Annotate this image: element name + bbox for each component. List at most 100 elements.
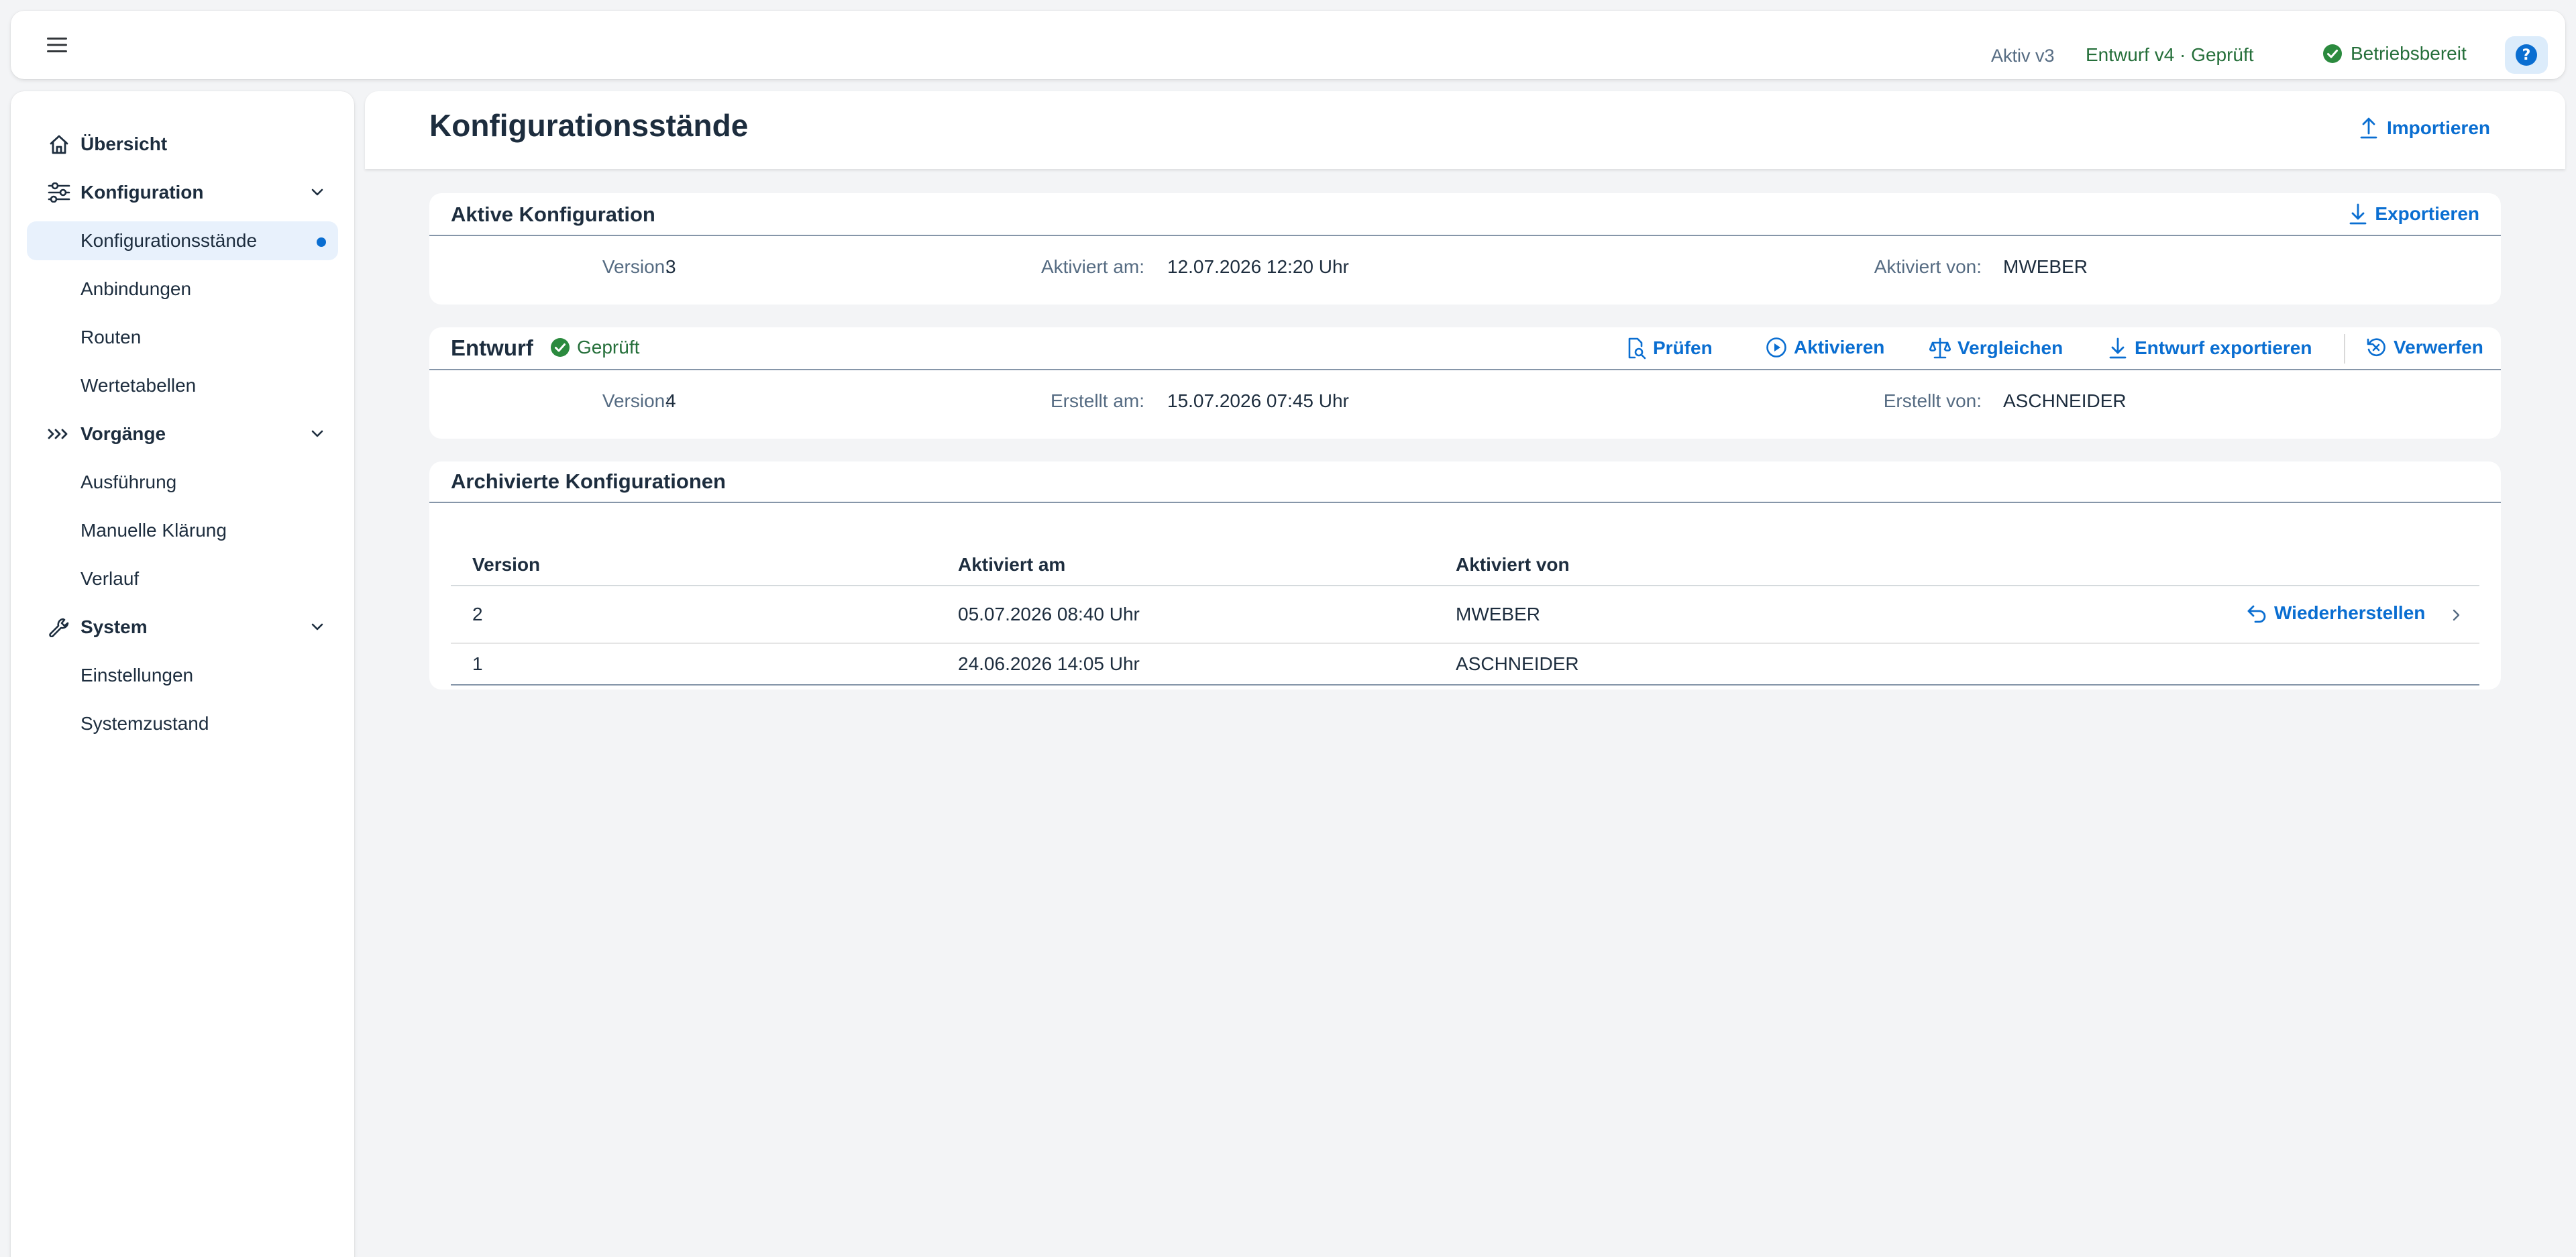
restore-label: Wiederherstellen [2274, 602, 2426, 623]
nav-item-label: Wertetabellen [80, 375, 197, 396]
nav-item-label: Konfiguration [80, 182, 204, 203]
nav-item-label: Konfigurationsstände [80, 230, 258, 251]
play-circle-icon [1766, 337, 1787, 358]
check-button[interactable]: Prüfen [1626, 337, 1713, 360]
wrench-icon [47, 617, 71, 637]
archive-table-header: Version Aktiviert am Aktiviert von [451, 522, 2479, 586]
row-version: 1 [472, 653, 483, 674]
help-button[interactable]: ? [2505, 36, 2548, 74]
nav-item-uebersicht[interactable]: Übersicht [27, 125, 338, 164]
active-version-indicator: Aktiv v3 [1991, 46, 2055, 66]
created-at-label: Erstellt am: [1050, 390, 1144, 411]
draft-status-indicator[interactable]: Entwurf v4 · Geprüft [2086, 44, 2254, 66]
export-label: Exportieren [2375, 203, 2479, 224]
nav-item-routen[interactable]: Routen [27, 318, 338, 357]
draft-card: Entwurf Geprüft Prüfen Aktivieren Vergle… [429, 327, 2501, 439]
side-navigation: Übersicht Konfiguration Konfigurationsst… [11, 91, 354, 1257]
nav-item-systemzustand[interactable]: Systemzustand [27, 704, 338, 743]
active-config-card: Aktive Konfiguration Exportieren Version… [429, 193, 2501, 305]
row-activated-at: 05.07.2026 08:40 Uhr [958, 604, 1140, 624]
toolbar-separator [2344, 334, 2345, 364]
chevron-down-icon[interactable] [310, 185, 325, 200]
archive-title: Archivierte Konfigurationen [451, 470, 726, 493]
column-header-activated-at: Aktiviert am [958, 554, 1066, 575]
nav-item-konfiguration[interactable]: Konfiguration [27, 173, 338, 212]
draft-title: Entwurf [451, 335, 533, 360]
help-icon: ? [2515, 44, 2538, 66]
active-config-header: Aktive Konfiguration Exportieren [429, 193, 2501, 236]
table-row[interactable]: 1 24.06.2026 14:05 Uhr ASCHNEIDER [451, 644, 2479, 686]
archive-header: Archivierte Konfigurationen [429, 461, 2501, 503]
activated-at-label: Aktiviert am: [1040, 256, 1144, 277]
nav-item-konfigurationsstaende[interactable]: Konfigurationsstände [27, 221, 338, 260]
row-version: 2 [472, 604, 483, 624]
system-status-label: Betriebsbereit [2351, 43, 2467, 64]
activated-at-value: 12.07.2026 12:20 Uhr [1167, 256, 1349, 277]
activated-by-label: Aktiviert von: [1874, 256, 1982, 277]
page-title: Konfigurationsstände [429, 108, 749, 143]
version-value: 3 [665, 256, 676, 277]
nav-item-anbindungen[interactable]: Anbindungen [27, 270, 338, 309]
column-header-activated-by: Aktiviert von [1456, 554, 1570, 575]
compare-button[interactable]: Vergleichen [1929, 337, 2063, 360]
svg-text:?: ? [2522, 47, 2531, 64]
discard-label: Verwerfen [2394, 337, 2483, 358]
nav-item-wertetabellen[interactable]: Wertetabellen [27, 366, 338, 405]
discard-button[interactable]: Verwerfen [2365, 337, 2483, 358]
system-status-badge: Betriebsbereit [2322, 43, 2467, 64]
table-row[interactable]: 2 05.07.2026 08:40 Uhr MWEBER Wiederhers… [451, 588, 2479, 644]
nav-item-label: Einstellungen [80, 665, 194, 686]
nav-item-label: Systemzustand [80, 713, 209, 734]
export-button[interactable]: Exportieren [2348, 203, 2479, 225]
chevron-right-icon[interactable] [2450, 608, 2462, 622]
upload-icon [2359, 117, 2379, 140]
chevron-down-icon[interactable] [310, 427, 325, 441]
import-button[interactable]: Importieren [2359, 117, 2490, 140]
restore-button[interactable]: Wiederherstellen [2246, 602, 2425, 624]
discard-icon [2365, 337, 2387, 358]
draft-toolbar: Entwurf Geprüft Prüfen Aktivieren Vergle… [429, 327, 2501, 370]
nav-item-label: Anbindungen [80, 278, 192, 299]
balance-scale-icon [1929, 337, 1951, 360]
created-by-value: ASCHNEIDER [2003, 390, 2127, 411]
nav-item-label: Übersicht [80, 133, 168, 154]
export-draft-label: Entwurf exportieren [2135, 337, 2312, 358]
chevron-down-icon[interactable] [310, 620, 325, 635]
export-draft-button[interactable]: Entwurf exportieren [2108, 337, 2312, 360]
nav-item-einstellungen[interactable]: Einstellungen [27, 656, 338, 695]
nav-item-label: Vorgänge [80, 423, 166, 444]
nav-item-verlauf[interactable]: Verlauf [27, 559, 338, 598]
selected-indicator-dot [317, 237, 326, 247]
sliders-icon [47, 182, 71, 203]
download-icon [2108, 337, 2128, 360]
nav-item-label: Manuelle Klärung [80, 520, 227, 541]
nav-item-label: Verlauf [80, 568, 140, 589]
archive-card: Archivierte Konfigurationen Version Akti… [429, 461, 2501, 690]
nav-item-vorgaenge[interactable]: Vorgänge [27, 415, 338, 453]
activate-button[interactable]: Aktivieren [1766, 337, 1884, 358]
created-by-label: Erstellt von: [1883, 390, 1982, 411]
nav-item-label: Routen [80, 327, 142, 347]
draft-status-badge: Geprüft [550, 337, 639, 358]
row-activated-by: MWEBER [1456, 604, 1540, 624]
page-header: Konfigurationsstände Importieren [365, 91, 2565, 169]
created-at-value: 15.07.2026 07:45 Uhr [1167, 390, 1349, 411]
activated-by-value: MWEBER [2003, 256, 2088, 277]
check-label: Prüfen [1653, 337, 1713, 358]
nav-item-ausfuehrung[interactable]: Ausführung [27, 463, 338, 502]
home-icon [47, 134, 71, 154]
download-icon [2348, 203, 2368, 225]
version-label: Version: [602, 256, 670, 277]
import-label: Importieren [2386, 117, 2490, 138]
check-circle-icon [2322, 44, 2343, 64]
draft-status-label: Geprüft [577, 337, 640, 358]
undo-icon [2246, 602, 2267, 624]
nav-item-manuelle-klaerung[interactable]: Manuelle Klärung [27, 511, 338, 550]
shell-bar: Aktiv v3 Entwurf v4 · Geprüft Betriebsbe… [11, 11, 2565, 79]
hamburger-menu-icon[interactable] [42, 30, 72, 60]
column-header-version: Version [472, 554, 541, 575]
row-activated-at: 24.06.2026 14:05 Uhr [958, 653, 1140, 674]
active-config-title: Aktive Konfiguration [451, 203, 655, 226]
nav-item-system[interactable]: System [27, 608, 338, 647]
row-activated-by: ASCHNEIDER [1456, 653, 1579, 674]
